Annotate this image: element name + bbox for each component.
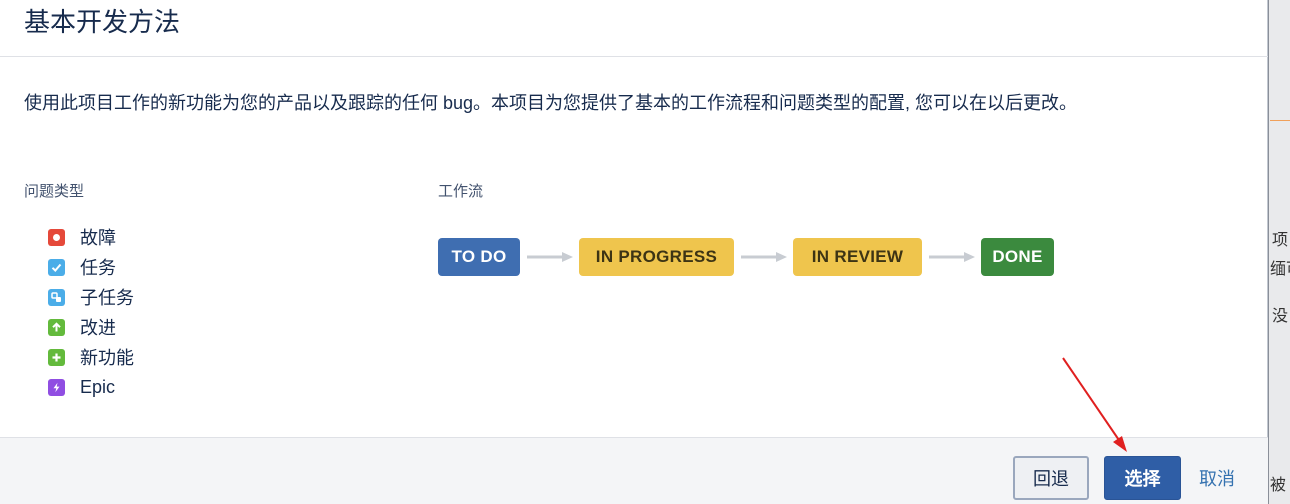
background-page: 项 缅可 没 被 bbox=[1268, 0, 1290, 504]
status-todo: TO DO bbox=[438, 238, 520, 276]
issue-type-bug: 故障 bbox=[48, 222, 134, 252]
issue-type-label: 改进 bbox=[80, 318, 116, 338]
dialog-title: 基本开发方法 bbox=[24, 7, 181, 37]
background-accent-line bbox=[1270, 120, 1290, 121]
template-description: 使用此项目工作的新功能为您的产品以及跟踪的任何 bug。本项目为您提供了基本的工… bbox=[24, 93, 1078, 113]
status-in-progress: IN PROGRESS bbox=[579, 238, 734, 276]
arrow-right-icon bbox=[734, 238, 793, 276]
background-text-fragment: 没 bbox=[1272, 308, 1289, 325]
issue-type-label: 子任务 bbox=[80, 288, 134, 308]
epic-lightning-icon bbox=[48, 378, 65, 396]
back-button[interactable]: 回退 bbox=[1013, 456, 1089, 500]
project-template-dialog: 基本开发方法 使用此项目工作的新功能为您的产品以及跟踪的任何 bug。本项目为您… bbox=[0, 0, 1268, 504]
background-divider bbox=[1268, 0, 1269, 504]
cancel-link[interactable]: 取消 bbox=[1190, 456, 1244, 500]
issue-type-task: 任务 bbox=[48, 252, 134, 282]
arrow-right-icon bbox=[520, 238, 579, 276]
background-text-fragment: 被 bbox=[1270, 477, 1287, 494]
issue-type-epic: Epic bbox=[48, 372, 134, 402]
dialog-footer: 回退 选择 取消 bbox=[0, 437, 1268, 504]
improvement-arrow-up-icon bbox=[48, 318, 65, 336]
issue-type-label: 故障 bbox=[80, 228, 116, 248]
background-text-fragment: 缅可 bbox=[1270, 261, 1290, 278]
issue-type-subtask: 子任务 bbox=[48, 282, 134, 312]
subtask-icon bbox=[48, 288, 65, 306]
new-feature-plus-icon bbox=[48, 348, 65, 366]
workflow-diagram: TO DO IN PROGRESS IN REVIEW DONE bbox=[438, 238, 1054, 276]
status-done: DONE bbox=[981, 238, 1054, 276]
issue-type-new-feature: 新功能 bbox=[48, 342, 134, 372]
bug-icon bbox=[48, 228, 65, 246]
issue-type-label: Epic bbox=[80, 376, 116, 397]
issue-type-label: 新功能 bbox=[80, 348, 134, 368]
issue-type-improvement: 改进 bbox=[48, 312, 134, 342]
arrow-right-icon bbox=[922, 238, 981, 276]
dialog-header: 基本开发方法 bbox=[0, 0, 1268, 57]
issue-types-heading: 问题类型 bbox=[24, 183, 85, 200]
background-text-fragment: 项 bbox=[1272, 232, 1289, 249]
status-in-review: IN REVIEW bbox=[793, 238, 922, 276]
issue-type-list: 故障 任务 子任务 改进 新功能 Epic bbox=[48, 222, 134, 402]
task-check-icon bbox=[48, 258, 65, 276]
workflow-heading: 工作流 bbox=[438, 183, 484, 200]
issue-type-label: 任务 bbox=[80, 258, 116, 278]
select-button[interactable]: 选择 bbox=[1104, 456, 1181, 500]
